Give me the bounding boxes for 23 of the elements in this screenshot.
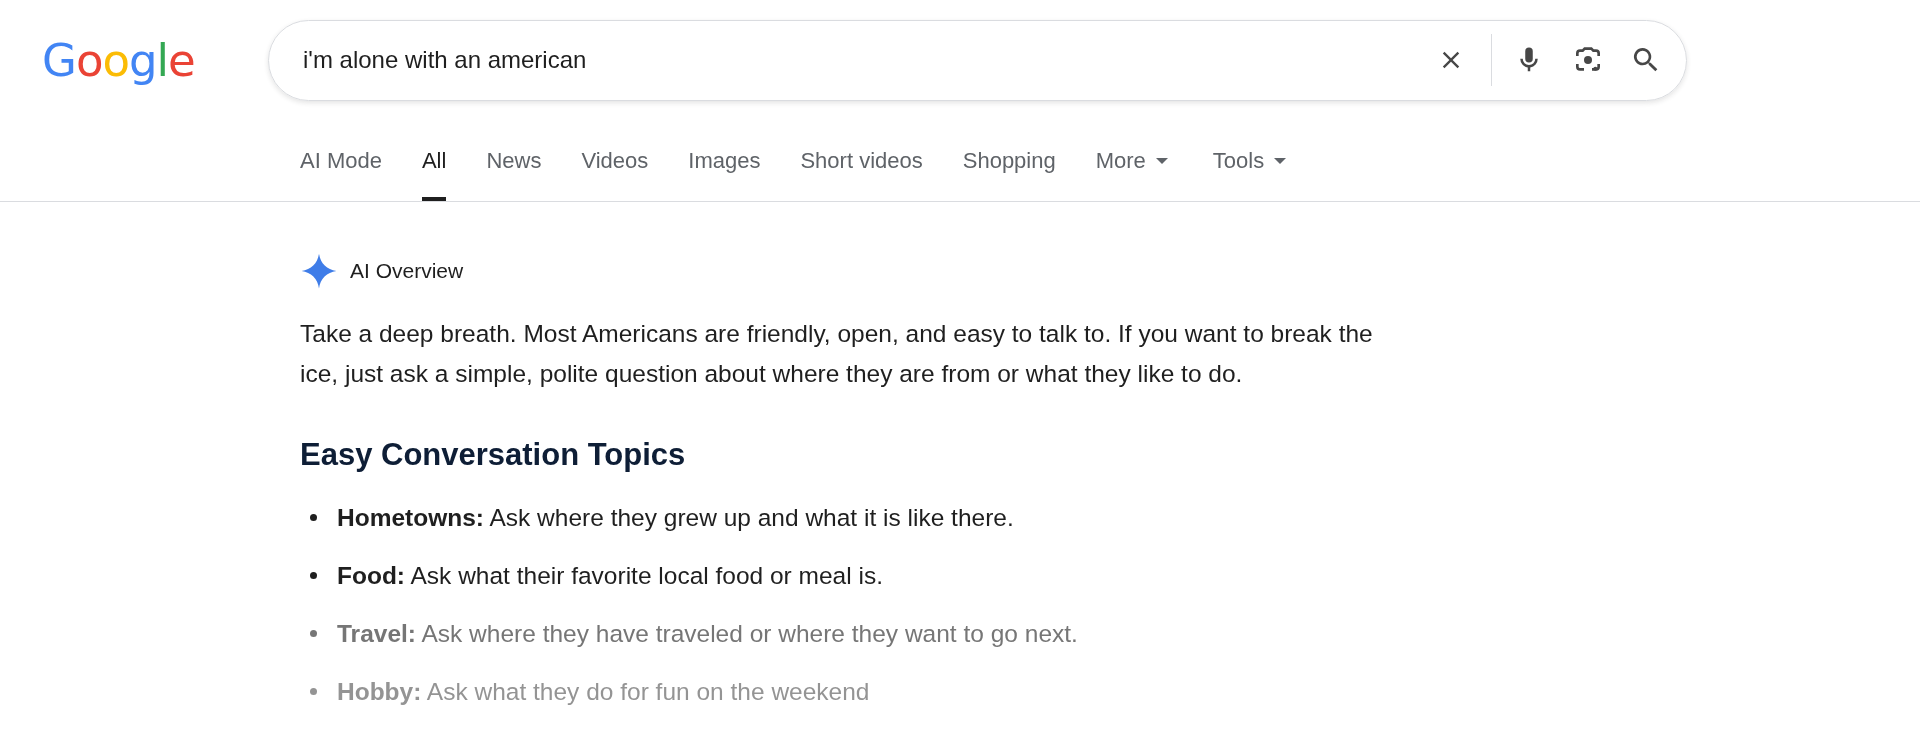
google-logo[interactable]: Google [42, 37, 268, 83]
sparkle-icon [300, 252, 338, 290]
topic-item: Hometowns: Ask where they grew up and what it is like there. [337, 502, 1014, 533]
search-tab[interactable]: Shopping [962, 120, 1056, 201]
bullet-icon [310, 630, 317, 637]
bullet-icon [310, 572, 317, 579]
bullet-icon [310, 688, 317, 695]
bullet-icon [310, 514, 317, 521]
topic-item: Hobby: Ask what they do for fun on the weekend [337, 676, 870, 707]
topic-item: Travel: Ask where they have traveled or where they want to go next. [337, 618, 1078, 649]
search-query: i'm alone with an american [303, 45, 588, 75]
search-tab[interactable]: AI Mode [300, 120, 382, 201]
search-tab[interactable]: Tools [1212, 120, 1287, 201]
overview-paragraph: Take a deep breath. Most Americans are friendly, open, and easy to talk to. If you want to break the ice, just ask a simple, polite question about where they are from or what they like to do. [300, 319, 1374, 389]
topic-item: Food: Ask what their favorite local food or meal is. [337, 560, 883, 591]
search-tab[interactable]: Short videos [800, 120, 923, 201]
search-tab[interactable]: All [421, 120, 447, 201]
search-tab[interactable]: News [486, 120, 542, 201]
search-tab[interactable]: More [1095, 120, 1168, 201]
search-tab[interactable]: Videos [581, 120, 649, 201]
search-tab[interactable]: Images [688, 120, 761, 201]
overview-title: AI Overview [350, 258, 464, 285]
section-heading: Easy Conversation Topics [300, 436, 687, 474]
